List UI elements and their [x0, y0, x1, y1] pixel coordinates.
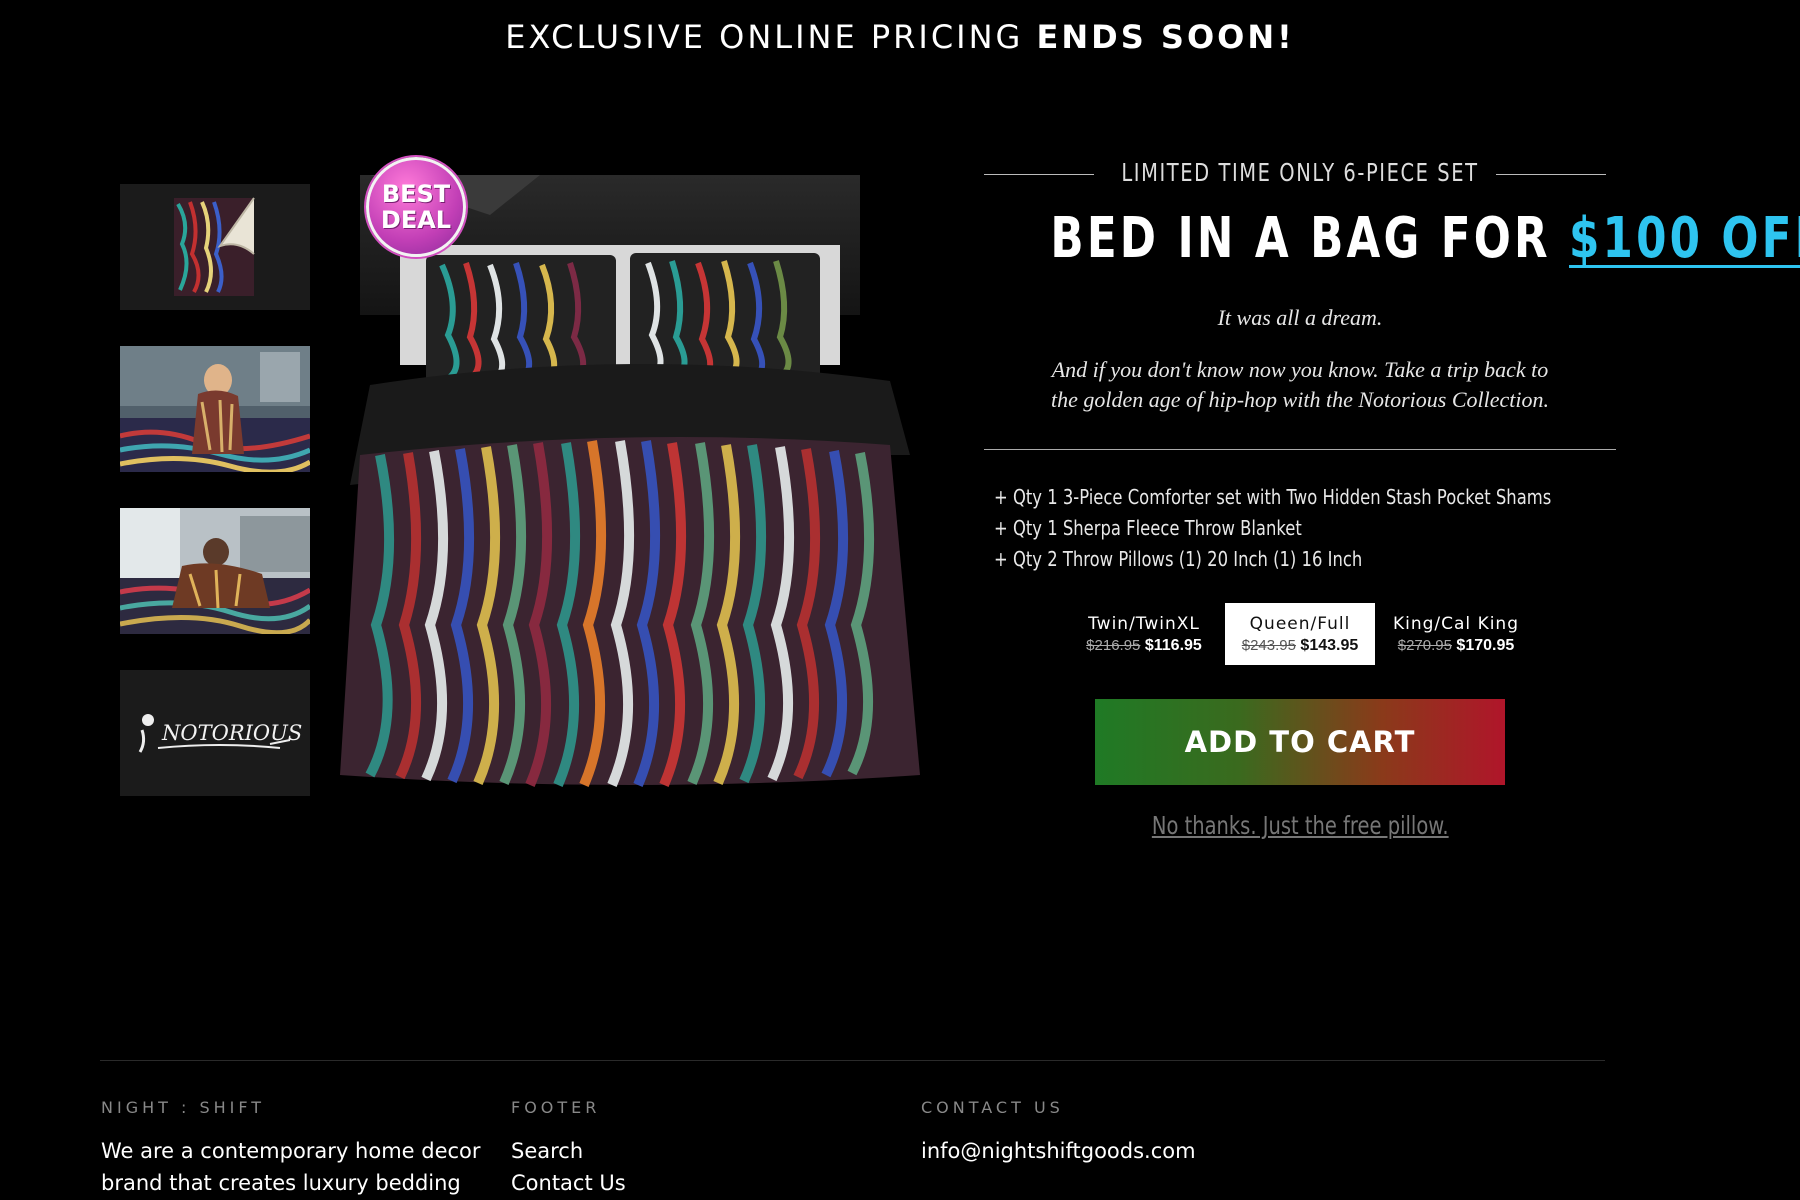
folded-bedding-thumbnail[interactable]: [120, 184, 310, 310]
folded-bedding-image: [120, 184, 310, 310]
size-name: Queen/Full: [1249, 613, 1351, 634]
footer-brand-text: brand that creates luxury bedding: [101, 1171, 461, 1195]
footer-brand-heading: NIGHT : SHIFT: [101, 1098, 266, 1117]
footer-email-link[interactable]: info@nightshiftgoods.com: [921, 1135, 1321, 1167]
woman-on-bed-thumbnail[interactable]: [120, 346, 310, 472]
footer-link-search[interactable]: Search: [511, 1135, 811, 1167]
footer-links-column: FOOTER Search Contact Us: [511, 1098, 811, 1199]
footer-divider: [100, 1060, 1605, 1061]
product-description: And if you don't know now you know. Take…: [1050, 357, 1550, 412]
footer-brand-column: NIGHT : SHIFT We are a contemporary home…: [101, 1098, 481, 1199]
size-price: $216.95 $116.95: [1086, 637, 1202, 655]
notorious-logo-image: NOTORIOUS: [120, 670, 310, 796]
promo-banner: EXCLUSIVE ONLINE PRICING ENDS SOON!: [0, 18, 1800, 56]
list-item: + Qty 2 Throw Pillows (1) 20 Inch (1) 16…: [994, 547, 1363, 571]
footer-links-heading: FOOTER: [511, 1098, 601, 1117]
size-old-price: $270.95: [1397, 636, 1452, 654]
size-selector: Twin/TwinXL $216.95 $116.95 Queen/Full $…: [980, 603, 1620, 665]
decline-offer-link[interactable]: No thanks. Just the free pillow.: [1152, 811, 1449, 840]
footer-contact-heading: CONTACT US: [921, 1098, 1064, 1117]
eyebrow-text: LIMITED TIME ONLY 6-PIECE SET: [1121, 158, 1479, 187]
footer-link-contact[interactable]: Contact Us: [511, 1167, 811, 1199]
best-deal-badge: BEST DEAL: [366, 157, 466, 257]
divider: [984, 449, 1616, 450]
list-item: + Qty 1 Sherpa Fleece Throw Blanket: [994, 516, 1302, 540]
size-old-price: $216.95: [1086, 636, 1141, 654]
promo-banner-emphasis: ENDS SOON!: [1036, 18, 1295, 56]
size-option-queen[interactable]: Queen/Full $243.95 $143.95: [1225, 603, 1375, 665]
product-info: LIMITED TIME ONLY 6-PIECE SET BED IN A B…: [980, 150, 1800, 840]
product-headline: BED IN A BAG FOR $100 OFF!: [1050, 206, 1800, 271]
size-new-price: $170.95: [1456, 636, 1515, 654]
notorious-logo-thumbnail[interactable]: NOTORIOUS: [120, 670, 310, 796]
list-item: + Qty 1 3-Piece Comforter set with Two H…: [994, 485, 1552, 509]
size-name: King/Cal King: [1392, 613, 1519, 634]
man-on-bed-thumbnail[interactable]: [120, 508, 310, 634]
badge-line-1: BEST: [381, 180, 451, 208]
size-new-price: $143.95: [1300, 636, 1359, 654]
size-old-price: $243.95: [1241, 636, 1296, 654]
eyebrow-rule-right: [1496, 174, 1606, 175]
included-items-list: + Qty 1 3-Piece Comforter set with Two H…: [980, 482, 1620, 575]
badge-line-2: DEAL: [380, 206, 452, 234]
size-name: Twin/TwinXL: [1088, 613, 1200, 634]
size-price: $270.95 $170.95: [1398, 637, 1515, 655]
product-tagline: It was all a dream.: [1217, 305, 1383, 330]
headline-text: BED IN A BAG FOR: [1050, 206, 1570, 271]
size-option-king[interactable]: King/Cal King $270.95 $170.95: [1381, 603, 1531, 665]
size-new-price: $116.95: [1144, 636, 1202, 654]
set-eyebrow: LIMITED TIME ONLY 6-PIECE SET: [980, 150, 1620, 194]
man-on-bed-image: [120, 508, 310, 634]
headline-price: $100 OFF!: [1569, 206, 1800, 271]
woman-on-bed-image: [120, 346, 310, 472]
size-option-twin[interactable]: Twin/TwinXL $216.95 $116.95: [1069, 603, 1219, 665]
footer-brand-text: We are a contemporary home decor: [101, 1139, 481, 1163]
size-price: $243.95 $143.95: [1242, 637, 1359, 655]
promo-banner-text: EXCLUSIVE ONLINE PRICING: [505, 18, 1037, 56]
add-to-cart-button[interactable]: ADD TO CART: [1095, 699, 1505, 785]
eyebrow-rule-left: [984, 174, 1094, 175]
footer-contact-column: CONTACT US info@nightshiftgoods.com: [921, 1098, 1321, 1167]
